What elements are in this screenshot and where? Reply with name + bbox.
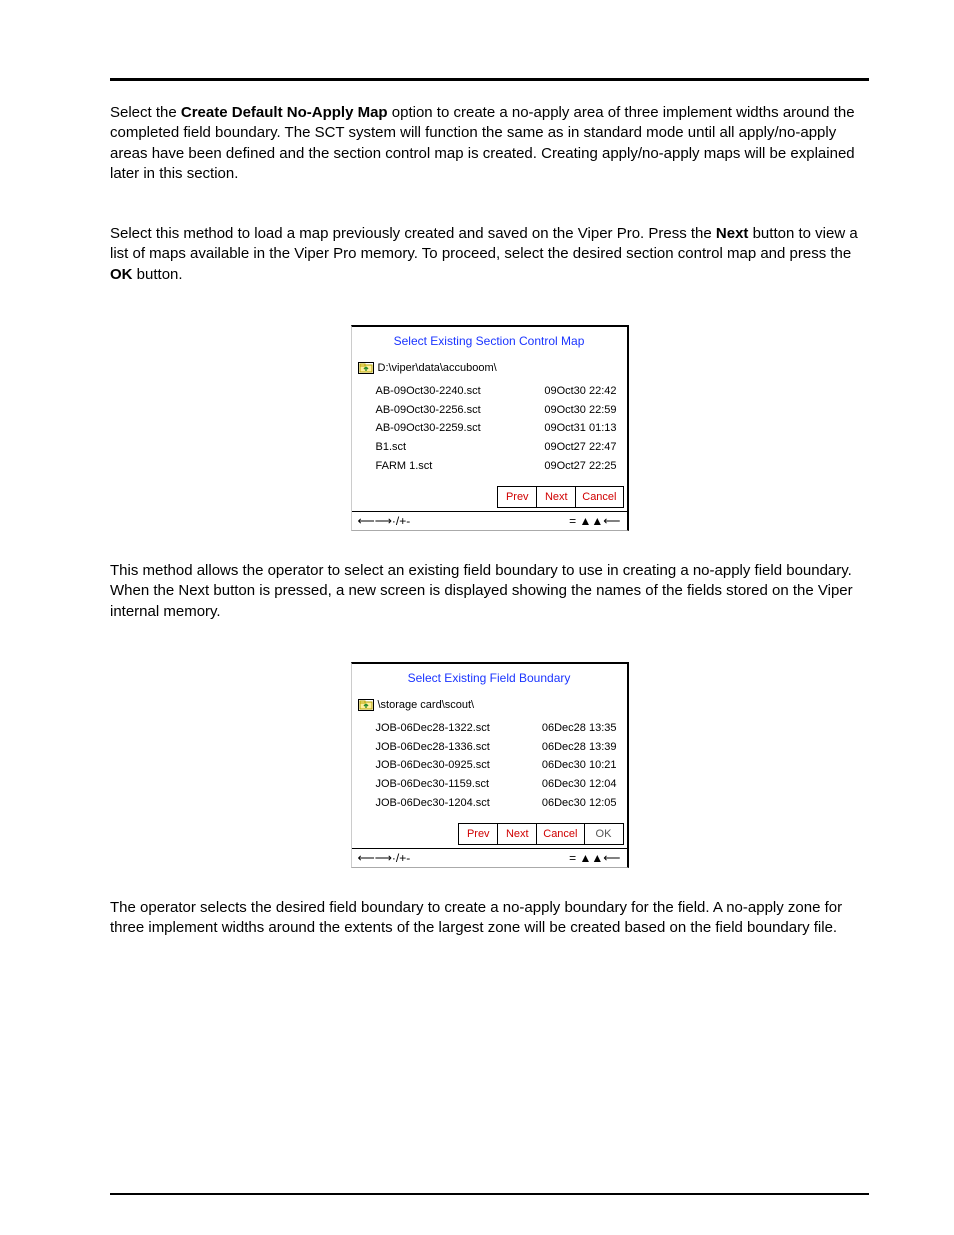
- paragraph-create-default: Select the Create Default No-Apply Map o…: [110, 103, 869, 184]
- paragraph-operator-selects: The operator selects the desired field b…: [110, 898, 869, 939]
- paragraph-field-boundary: This method allows the operator to selec…: [110, 561, 869, 622]
- panel-path-text: \storage card\scout\: [378, 698, 475, 713]
- file-name: JOB-06Dec30-0925.sct: [376, 758, 490, 773]
- bottom-divider: [110, 1193, 869, 1195]
- document-page: Select the Create Default No-Apply Map o…: [0, 0, 954, 1235]
- file-row[interactable]: AB-09Oct30-2256.sct 09Oct30 22:59: [376, 401, 617, 420]
- bold-option-name: Create Default No-Apply Map: [181, 104, 388, 121]
- file-row[interactable]: JOB-06Dec30-0925.sct 06Dec30 10:21: [376, 756, 617, 775]
- file-row[interactable]: AB-09Oct30-2259.sct 09Oct31 01:13: [376, 419, 617, 438]
- panel-button-row: Prev Next Cancel: [352, 482, 627, 511]
- file-time: 09Oct30 22:42: [544, 384, 616, 399]
- panel-path-row: D:\viper\data\accuboom\: [352, 359, 627, 380]
- file-row[interactable]: JOB-06Dec28-1322.sct 06Dec28 13:35: [376, 719, 617, 738]
- file-row[interactable]: JOB-06Dec30-1159.sct 06Dec30 12:04: [376, 775, 617, 794]
- panel-path-text: D:\viper\data\accuboom\: [378, 361, 497, 376]
- next-button[interactable]: Next: [497, 823, 537, 845]
- file-name: JOB-06Dec28-1322.sct: [376, 721, 490, 736]
- folder-up-icon[interactable]: [358, 362, 374, 374]
- text-run: Select this method to load a map previou…: [110, 225, 716, 242]
- file-time: 09Oct30 22:59: [544, 403, 616, 418]
- file-name: AB-09Oct30-2259.sct: [376, 421, 481, 436]
- sip-left-glyphs: ⟵⟶·/+-: [358, 515, 411, 527]
- sip-glyph-bar: ⟵⟶·/+- = ▲▲⟵: [352, 511, 627, 530]
- file-row[interactable]: FARM 1.sct 09Oct27 22:25: [376, 457, 617, 476]
- file-time: 06Dec28 13:39: [542, 740, 617, 755]
- text-run: button.: [137, 266, 183, 283]
- file-row[interactable]: AB-09Oct30-2240.sct 09Oct30 22:42: [376, 382, 617, 401]
- file-time: 09Oct27 22:47: [544, 440, 616, 455]
- ok-button[interactable]: OK: [584, 823, 624, 845]
- panel-button-row: Prev Next Cancel OK: [352, 819, 627, 848]
- folder-up-icon[interactable]: [358, 699, 374, 711]
- file-name: AB-09Oct30-2256.sct: [376, 403, 481, 418]
- panel-title: Select Existing Section Control Map: [352, 327, 627, 359]
- file-time: 06Dec30 12:05: [542, 796, 617, 811]
- paragraph-load-map: Select this method to load a map previou…: [110, 224, 869, 285]
- file-list: AB-09Oct30-2240.sct 09Oct30 22:42 AB-09O…: [352, 380, 627, 482]
- cancel-button[interactable]: Cancel: [536, 823, 584, 845]
- file-time: 09Oct27 22:25: [544, 459, 616, 474]
- file-name: JOB-06Dec30-1204.sct: [376, 796, 490, 811]
- file-list: JOB-06Dec28-1322.sct 06Dec28 13:35 JOB-0…: [352, 717, 627, 819]
- file-time: 06Dec30 10:21: [542, 758, 617, 773]
- file-row[interactable]: JOB-06Dec30-1204.sct 06Dec30 12:05: [376, 794, 617, 813]
- file-name: B1.sct: [376, 440, 407, 455]
- cancel-button[interactable]: Cancel: [575, 486, 623, 508]
- file-time: 06Dec30 12:04: [542, 777, 617, 792]
- top-divider: [110, 78, 869, 81]
- file-row[interactable]: JOB-06Dec28-1336.sct 06Dec28 13:39: [376, 738, 617, 757]
- prev-button[interactable]: Prev: [458, 823, 498, 845]
- bold-next: Next: [716, 225, 749, 242]
- sip-right-glyphs: = ▲▲⟵: [569, 515, 620, 527]
- panel-path-row: \storage card\scout\: [352, 696, 627, 717]
- sip-left-glyphs: ⟵⟶·/+-: [358, 852, 411, 864]
- file-name: AB-09Oct30-2240.sct: [376, 384, 481, 399]
- device-select-field-boundary: Select Existing Field Boundary \storage …: [351, 662, 629, 868]
- file-time: 09Oct31 01:13: [544, 421, 616, 436]
- device-select-section-control-map: Select Existing Section Control Map D:\v…: [351, 325, 629, 531]
- prev-button[interactable]: Prev: [497, 486, 537, 508]
- text-run: Select the: [110, 104, 181, 121]
- next-button[interactable]: Next: [536, 486, 576, 508]
- file-time: 06Dec28 13:35: [542, 721, 617, 736]
- sip-glyph-bar: ⟵⟶·/+- = ▲▲⟵: [352, 848, 627, 867]
- file-name: FARM 1.sct: [376, 459, 433, 474]
- panel-title: Select Existing Field Boundary: [352, 664, 627, 696]
- file-name: JOB-06Dec28-1336.sct: [376, 740, 490, 755]
- bold-ok: OK: [110, 266, 133, 283]
- file-row[interactable]: B1.sct 09Oct27 22:47: [376, 438, 617, 457]
- file-name: JOB-06Dec30-1159.sct: [376, 777, 490, 792]
- sip-right-glyphs: = ▲▲⟵: [569, 852, 620, 864]
